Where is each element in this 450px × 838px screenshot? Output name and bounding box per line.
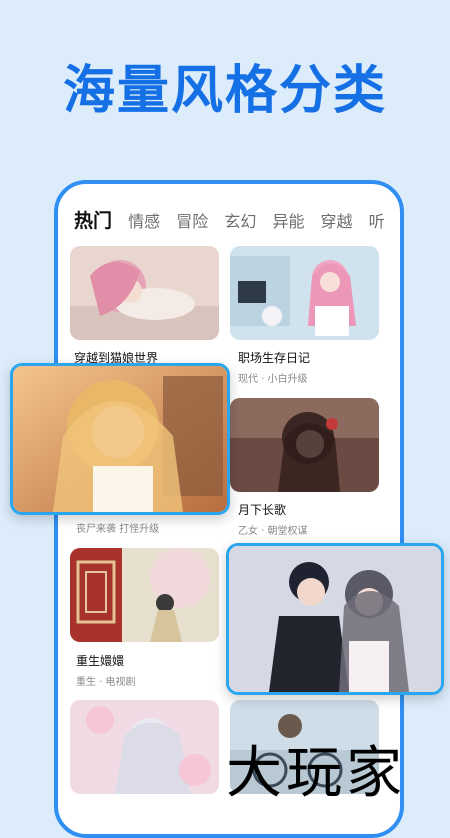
watermark-logo: 大玩家 (226, 741, 406, 806)
card-tags: 乙女 · 朝堂权谋 (238, 526, 308, 537)
blonde-girl-illustration (13, 366, 227, 512)
card-title: 月下长歌 (238, 503, 287, 517)
card-image-bottom-left[interactable] (70, 700, 219, 794)
card-tags: 丧尸来袭 打怪升级 (76, 524, 160, 535)
tab-superpower[interactable]: 异能 (272, 208, 304, 232)
cat-world-illustration (70, 246, 219, 340)
featured-image-right[interactable] (226, 543, 444, 695)
card-tags: 现代 · 小白升级 (238, 374, 308, 385)
tab-time-travel[interactable]: 穿越 (321, 208, 353, 232)
card-image-rebirth[interactable] (70, 548, 219, 642)
category-tabs: 热门 情感 冒险 玄幻 异能 穿越 听 (71, 206, 400, 236)
tab-adventure[interactable]: 冒险 (176, 208, 208, 232)
card-title: 重生嬛嬛 (76, 654, 125, 668)
tab-fantasy[interactable]: 玄幻 (224, 208, 256, 232)
couple-illustration (229, 546, 441, 692)
sakura-girl-illustration (70, 700, 219, 794)
tab-emotion[interactable]: 情感 (128, 208, 160, 232)
card-image-moon-song[interactable] (230, 398, 379, 492)
tab-hot[interactable]: 热门 (71, 206, 112, 233)
page-headline: 海量风格分类 (62, 61, 387, 121)
card-image-workplace[interactable] (230, 246, 379, 340)
card-tags: 重生 · 电视剧 (76, 677, 136, 688)
workplace-illustration (230, 246, 379, 340)
rebirth-illustration (70, 548, 219, 642)
featured-image-left[interactable] (10, 363, 230, 515)
card-title: 职场生存日记 (238, 351, 311, 365)
tab-listen[interactable]: 听 (369, 208, 385, 232)
card-image-cat-world[interactable] (70, 246, 219, 340)
moon-song-illustration (230, 398, 379, 492)
